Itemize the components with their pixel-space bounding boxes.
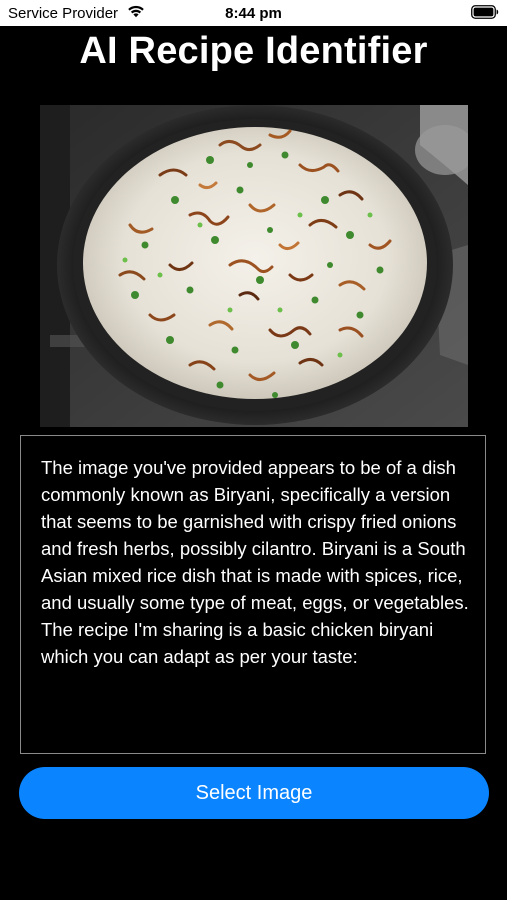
recipe-description-text: The image you've provided appears to be …	[41, 457, 469, 667]
biryani-photo	[40, 105, 468, 427]
select-image-button[interactable]: Select Image	[19, 767, 489, 819]
status-clock: 8:44 pm	[225, 5, 282, 22]
biryani-image	[40, 105, 468, 427]
battery-full-icon	[471, 5, 499, 19]
recipe-description-box[interactable]: The image you've provided appears to be …	[20, 435, 486, 754]
page-title: AI Recipe Identifier	[79, 30, 428, 72]
status-bar: Service Provider 8:44 pm	[0, 0, 507, 26]
